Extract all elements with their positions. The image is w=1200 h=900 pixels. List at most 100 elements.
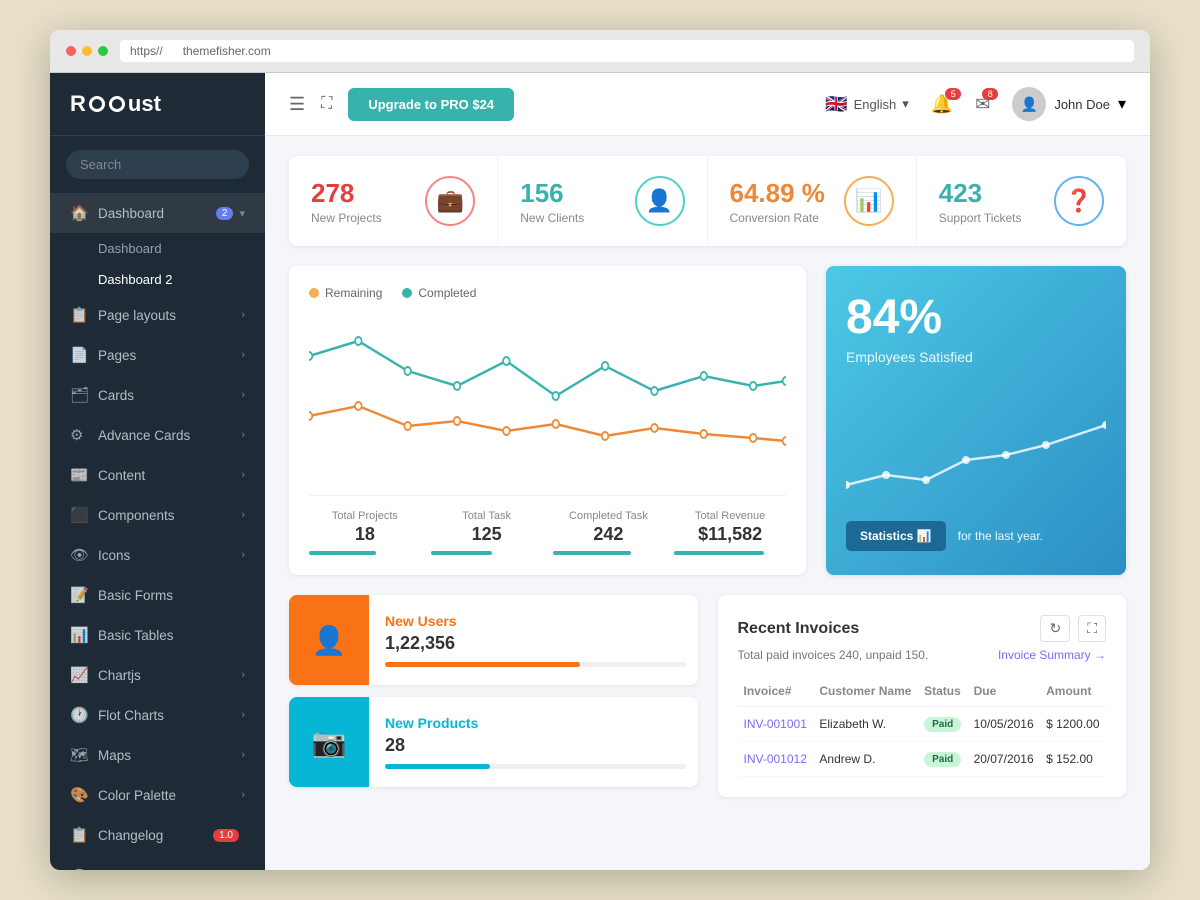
col-amount: Amount bbox=[1040, 676, 1106, 707]
invoice-sub-row: Total paid invoices 240, unpaid 150. Inv… bbox=[738, 648, 1107, 662]
stat-label-projects: New Projects bbox=[311, 211, 382, 225]
messages-badge: 8 bbox=[982, 88, 998, 100]
chevron-down-icon: ▾ bbox=[239, 207, 245, 220]
maps-icon: 🗺 bbox=[70, 746, 88, 764]
stat-text-support: 423 Support Tickets bbox=[939, 178, 1022, 225]
sidebar-label-maps: Maps bbox=[98, 748, 241, 763]
sidebar-item-dashboard[interactable]: 🏠 Dashboard 2 ▾ bbox=[50, 193, 265, 233]
statistics-button[interactable]: Statistics 📊 bbox=[846, 521, 946, 551]
legend-remaining-label: Remaining bbox=[325, 286, 382, 300]
chevron-right-icon4: › bbox=[241, 429, 245, 441]
sidebar-label-icons: Icons bbox=[98, 548, 241, 563]
user-icon: 👤 bbox=[646, 188, 673, 214]
chart-stat-value-0: 18 bbox=[309, 524, 421, 545]
col-due: Due bbox=[968, 676, 1041, 707]
stat-label-conversion: Conversion Rate bbox=[730, 211, 825, 225]
chartjs-icon: 📈 bbox=[70, 666, 88, 684]
chevron-right-icon7: › bbox=[241, 549, 245, 561]
invoice-expand-button[interactable]: ⛶ bbox=[1078, 615, 1106, 642]
sidebar-item-page-layouts[interactable]: 📋 Page layouts › bbox=[50, 295, 265, 335]
sidebar-item-cards[interactable]: 🗂 Cards › bbox=[50, 375, 265, 415]
dashboard-content: 278 New Projects 💼 156 New Clients bbox=[265, 136, 1150, 870]
new-products-body: New Products 28 bbox=[385, 703, 698, 781]
language-selector[interactable]: 🇬🇧 English ▾ bbox=[825, 94, 909, 115]
dot-green[interactable] bbox=[98, 46, 108, 56]
user-menu[interactable]: 👤 John Doe ▾ bbox=[1012, 87, 1126, 121]
sidebar-sub-dashboard[interactable]: Dashboard bbox=[50, 233, 265, 264]
browser-dots bbox=[66, 46, 108, 56]
sidebar-item-color-palette[interactable]: 🎨 Color Palette › bbox=[50, 775, 265, 815]
invoice-summary-link[interactable]: Invoice Summary → bbox=[998, 648, 1106, 662]
invoice-table-body: INV-001001 Elizabeth W. Paid 10/05/2016 … bbox=[738, 707, 1107, 777]
messages-button[interactable]: ✉ 8 bbox=[975, 94, 990, 115]
stat-card-support: 423 Support Tickets ❓ bbox=[917, 156, 1126, 246]
sidebar-item-flot-charts[interactable]: 🕐 Flot Charts › bbox=[50, 695, 265, 735]
new-users-title: New Users bbox=[385, 613, 686, 629]
status-0: Paid bbox=[918, 707, 967, 742]
icons-icon: 👁 bbox=[70, 546, 88, 564]
chart-legend: Remaining Completed bbox=[309, 286, 786, 300]
hamburger-icon[interactable]: ☰ bbox=[289, 94, 305, 115]
mini-card-new-products: 📷 New Products 28 bbox=[289, 697, 698, 787]
new-products-title: New Products bbox=[385, 715, 686, 731]
user-name: John Doe bbox=[1054, 97, 1110, 112]
upgrade-button[interactable]: Upgrade to PRO $24 bbox=[348, 88, 514, 121]
sidebar-sub-dashboard2[interactable]: Dashboard 2 bbox=[50, 264, 265, 295]
question-icon: ❓ bbox=[1065, 188, 1092, 214]
amount-1: $ 152.00 bbox=[1040, 742, 1106, 777]
sidebar-item-pages[interactable]: 📄 Pages › bbox=[50, 335, 265, 375]
chart-stat-label-2: Completed Task bbox=[553, 510, 665, 522]
new-users-bar bbox=[385, 662, 580, 667]
stat-cards-row: 278 New Projects 💼 156 New Clients bbox=[289, 156, 1126, 246]
chevron-right-icon2: › bbox=[241, 349, 245, 361]
expand-icon[interactable]: ⛶ bbox=[321, 95, 332, 113]
disabled-icon: 👁 bbox=[70, 866, 88, 870]
for-last-year-text: for the last year. bbox=[958, 529, 1043, 543]
flot-icon: 🕐 bbox=[70, 706, 88, 724]
notifications-button[interactable]: 🔔 5 bbox=[931, 94, 953, 115]
invoice-refresh-button[interactable]: ↻ bbox=[1040, 615, 1070, 642]
charts-row: Remaining Completed bbox=[289, 266, 1126, 575]
invoice-sub-text: Total paid invoices 240, unpaid 150. bbox=[738, 648, 929, 662]
legend-completed: Completed bbox=[402, 286, 476, 300]
sidebar-item-icons[interactable]: 👁 Icons › bbox=[50, 535, 265, 575]
sidebar-item-maps[interactable]: 🗺 Maps › bbox=[50, 735, 265, 775]
sidebar-item-basic-tables[interactable]: 📊 Basic Tables bbox=[50, 615, 265, 655]
employee-satisfied-percent: 84% bbox=[846, 290, 1106, 345]
bottom-row: 👤 New Users 1,22,356 📷 bbox=[289, 595, 1126, 797]
content-icon: 📰 bbox=[70, 466, 88, 484]
status-badge-1: Paid bbox=[924, 752, 961, 767]
changelog-icon: 📋 bbox=[70, 826, 88, 844]
col-invoice: Invoice# bbox=[738, 676, 814, 707]
sidebar-item-changelog[interactable]: 📋 Changelog 1.0 bbox=[50, 815, 265, 855]
completed-dot bbox=[402, 288, 412, 298]
language-chevron: ▾ bbox=[902, 96, 909, 112]
dot-red[interactable] bbox=[66, 46, 76, 56]
new-users-bar-wrap bbox=[385, 662, 686, 667]
chevron-right-icon3: › bbox=[241, 389, 245, 401]
dashboard-badge: 2 bbox=[216, 207, 234, 220]
sidebar-label-page-layouts: Page layouts bbox=[98, 308, 241, 323]
invoice-link-0[interactable]: INV-001001 bbox=[744, 717, 807, 731]
stat-card-new-projects: 278 New Projects 💼 bbox=[289, 156, 498, 246]
sidebar-item-chartjs[interactable]: 📈 Chartjs › bbox=[50, 655, 265, 695]
sidebar-item-content[interactable]: 📰 Content › bbox=[50, 455, 265, 495]
search-input[interactable] bbox=[66, 150, 249, 179]
sidebar-label-color-palette: Color Palette bbox=[98, 788, 241, 803]
sidebar-item-components[interactable]: ⬛ Components › bbox=[50, 495, 265, 535]
sidebar-item-disabled-menu[interactable]: 👁 Disabled Menu bbox=[50, 855, 265, 870]
advance-cards-icon: ⚙ bbox=[70, 426, 88, 444]
chart-stat-total-revenue: Total Revenue $11,582 bbox=[674, 510, 786, 555]
invoice-link-1[interactable]: INV-001012 bbox=[744, 752, 807, 766]
sidebar-label-basic-tables: Basic Tables bbox=[98, 628, 245, 643]
dot-yellow[interactable] bbox=[82, 46, 92, 56]
bar-chart-icon: 📊 bbox=[855, 188, 882, 214]
sidebar-item-advance-cards[interactable]: ⚙ Advance Cards › bbox=[50, 415, 265, 455]
stat-value-support: 423 bbox=[939, 178, 1022, 209]
tables-icon: 📊 bbox=[70, 626, 88, 644]
sidebar: Rust 🏠 Dashboard 2 ▾ Dashboard Dashboard… bbox=[50, 73, 265, 870]
new-users-icon: 👤 bbox=[289, 595, 369, 685]
invoice-title: Recent Invoices bbox=[738, 620, 1041, 638]
sidebar-item-basic-forms[interactable]: 📝 Basic Forms bbox=[50, 575, 265, 615]
blue-stats-panel: 84% Employees Satisfied bbox=[826, 266, 1126, 575]
